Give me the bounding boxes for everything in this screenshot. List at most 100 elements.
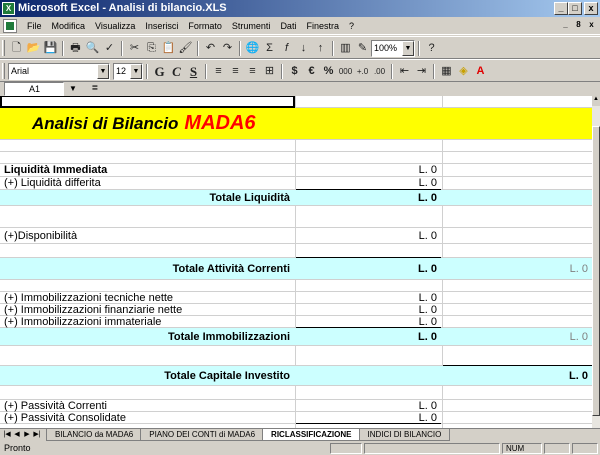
prev-sheet-icon[interactable]: ◀ [12,430,22,440]
table-row: Liquidità Immediata L. 0 [0,164,592,177]
active-cell[interactable] [0,96,295,108]
merge-center-icon[interactable]: ⊞ [261,63,278,80]
fill-color-icon[interactable]: ◈ [455,63,472,80]
drawing-icon[interactable]: ✎ [354,40,371,57]
bold-button[interactable]: G [151,63,168,80]
align-left-icon[interactable]: ≡ [210,63,227,80]
menu-visualizza[interactable]: Visualizza [90,17,140,35]
row-label: Totale Attività Correnti [172,263,290,275]
table-row: (+) Liquidità differita L. 0 [0,177,592,190]
chevron-down-icon[interactable]: ▼ [130,64,142,79]
menu-modifica[interactable]: Modifica [47,17,91,35]
increase-decimal-icon[interactable]: +.0 [354,63,371,80]
spelling-icon[interactable]: ✓ [101,40,118,57]
percent-button[interactable]: % [320,63,337,80]
tab-bilancio[interactable]: BILANCIO da MADA6 [46,429,143,441]
align-center-icon[interactable]: ≡ [227,63,244,80]
tab-riclassificazione[interactable]: RICLASSIFICAZIONE [262,429,361,441]
row-value: L. 0 [418,412,437,424]
table-row: (+) Passività Consolidate L. 0 [0,412,592,424]
first-sheet-icon[interactable]: |◀ [2,430,12,440]
vertical-scrollbar[interactable]: ▲ [592,96,600,428]
next-sheet-icon[interactable]: ▶ [22,430,32,440]
num-lock-indicator: NUM [502,443,542,454]
format-painter-icon[interactable]: 🖌 [177,40,194,57]
chevron-down-icon[interactable]: ▼ [402,41,414,56]
borders-icon[interactable]: ▦ [438,63,455,80]
print-icon[interactable]: 🖶 [67,40,84,57]
thousands-button[interactable]: 000 [337,63,354,80]
close-button[interactable]: x [584,2,598,15]
table-row: (+) Immobilizzazioni immateriale L. 0 [0,316,592,328]
row-label: (+) Liquidità differita [4,177,101,189]
chevron-down-icon[interactable]: ▼ [97,64,109,79]
sort-ascending-icon[interactable]: ↓ [295,40,312,57]
font-size-select[interactable]: 12 ▼ [113,63,143,80]
total-row: Totale Capitale Investito L. 0 [0,365,592,386]
tab-indici-di-bilancio[interactable]: INDICI DI BILANCIO [358,429,451,441]
font-value: Arial [11,66,30,76]
zoom-select[interactable]: 100% ▼ [371,40,415,57]
paste-icon[interactable]: 📋 [160,40,177,57]
redo-icon[interactable]: ↷ [219,40,236,57]
scroll-thumb[interactable] [592,126,600,416]
formula-input[interactable] [110,82,600,96]
chart-wizard-icon[interactable]: ▥ [337,40,354,57]
italic-button[interactable]: C [168,63,185,80]
menu-help[interactable]: ? [344,17,359,35]
row-label: Liquidità Immediata [4,164,108,176]
new-icon[interactable]: 🗋 [8,40,25,57]
underline-button[interactable]: S [185,63,202,80]
hyperlink-icon[interactable]: 🌐 [244,40,261,57]
menu-finestra[interactable]: Finestra [301,17,344,35]
chevron-down-icon[interactable]: ▼ [66,82,80,96]
undo-icon[interactable]: ↶ [202,40,219,57]
print-preview-icon[interactable]: 🔍 [84,40,101,57]
open-icon[interactable]: 📂 [25,40,42,57]
toolbar-grip[interactable] [2,63,5,79]
doc-close-button[interactable]: x [585,20,598,32]
row-value: L. 0 [418,400,437,412]
sheet-title-brand: MADA6 [184,112,256,134]
menu-inserisci[interactable]: Inserisci [140,17,183,35]
row-value: L. 0 [418,192,437,204]
help-icon[interactable]: ? [423,40,440,57]
tab-piano-dei-conti[interactable]: PIANO DEI CONTI di MADA6 [140,429,265,441]
cut-icon[interactable]: ✂ [126,40,143,57]
toolbar-grip[interactable] [2,40,5,56]
formula-equals[interactable]: = [92,82,98,96]
minimize-button[interactable]: _ [554,2,568,15]
currency-button[interactable]: $ [286,63,303,80]
euro-button[interactable]: € [303,63,320,80]
worksheet-grid[interactable]: Analisi di Bilancio MADA6 Liquidità Immed… [0,96,592,428]
row-value: L. 0 [418,177,437,189]
save-icon[interactable]: 💾 [42,40,59,57]
increase-indent-icon[interactable]: ⇥ [413,63,430,80]
font-select[interactable]: Arial ▼ [8,63,110,80]
document-icon[interactable] [3,19,17,33]
decrease-indent-icon[interactable]: ⇤ [396,63,413,80]
sort-descending-icon[interactable]: ↑ [312,40,329,57]
function-icon[interactable]: f [278,40,295,57]
row-label: (+) Immobilizzazioni tecniche nette [4,292,174,304]
align-right-icon[interactable]: ≡ [244,63,261,80]
copy-icon[interactable]: ⎘ [143,40,160,57]
decrease-decimal-icon[interactable]: .00 [371,63,388,80]
doc-minimize-button[interactable]: _ [559,20,572,32]
name-box[interactable]: A1 [4,82,64,96]
menu-strumenti[interactable]: Strumenti [227,17,276,35]
excel-app-icon[interactable]: X [2,2,15,15]
autosum-icon[interactable]: Σ [261,40,278,57]
font-color-icon[interactable]: A [472,63,489,80]
doc-restore-button[interactable]: 8 [572,20,585,32]
restore-button[interactable]: □ [568,2,582,15]
formula-bar: A1 ▼ = [0,82,600,96]
menu-dati[interactable]: Dati [275,17,301,35]
row-label: (+) Passività Correnti [4,400,108,412]
menu-formato[interactable]: Formato [183,17,227,35]
last-sheet-icon[interactable]: ▶| [32,430,42,440]
font-size-value: 12 [116,66,127,76]
menu-file[interactable]: File [22,17,47,35]
row-value-c: L. 0 [569,263,588,275]
scroll-up-icon[interactable]: ▲ [592,96,600,106]
